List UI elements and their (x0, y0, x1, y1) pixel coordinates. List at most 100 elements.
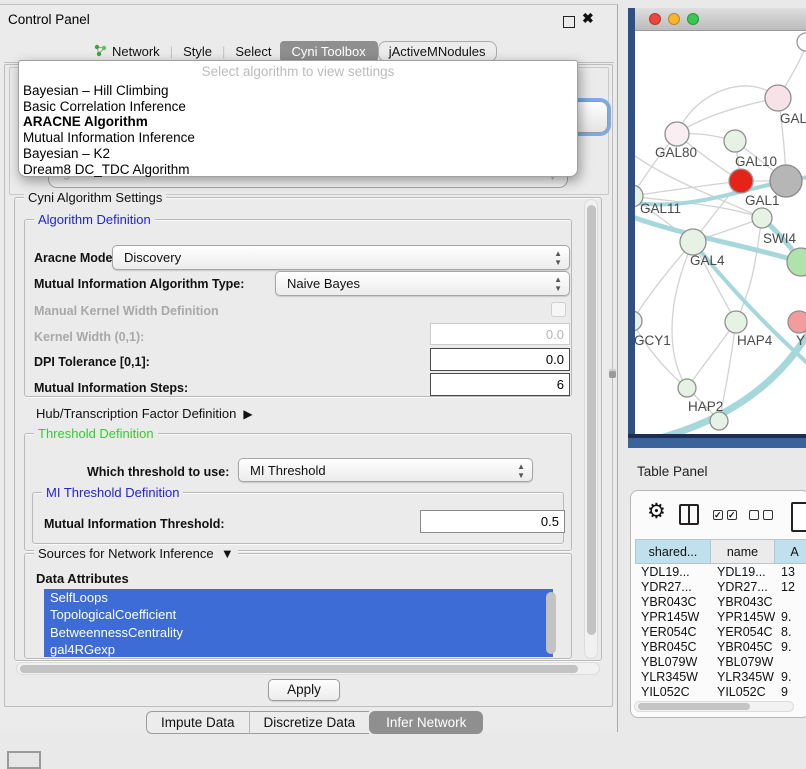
network-node[interactable] (787, 248, 806, 276)
algorithm-option[interactable]: Bayesian – Hill Climbing (19, 83, 577, 99)
network-edge[interactable] (687, 322, 736, 388)
mi-steps-field[interactable]: 6 (430, 373, 570, 396)
network-node[interactable] (710, 412, 728, 430)
panel-splitter-handle[interactable] (609, 369, 616, 378)
network-node[interactable] (725, 311, 747, 333)
algorithm-option[interactable]: Mutual Information Inference (19, 130, 577, 146)
kernel-width-field[interactable]: 0.0 (430, 323, 570, 345)
network-node[interactable] (752, 208, 772, 228)
columns-icon[interactable] (679, 504, 699, 525)
tab-discretize-data[interactable]: Discretize Data (250, 711, 370, 734)
table-cell: YPR145W (711, 610, 775, 625)
algorithm-option[interactable]: Bayesian – K2 (19, 146, 577, 162)
settings-vertical-scrollbar[interactable] (584, 199, 598, 659)
hub-definition-expander[interactable]: Hub/Transcription Factor Definition ▶ (36, 406, 253, 421)
tab-jactivemnodules[interactable]: jActiveMNodules (378, 41, 497, 62)
network-node[interactable] (765, 85, 791, 111)
settings-vscroll-thumb[interactable] (587, 205, 596, 635)
table-row[interactable]: YBR043CYBR043C (635, 595, 806, 610)
which-threshold-combobox[interactable]: MI Threshold ▲▼ (238, 458, 533, 482)
attribute-list-item[interactable]: TopologicalCoefficient (44, 606, 553, 623)
aracne-mode-combobox[interactable]: Discovery ▲▼ (112, 245, 570, 270)
tab-network-label: Network (112, 44, 160, 59)
close-icon[interactable]: ✖ (582, 10, 594, 27)
network-edge[interactable] (635, 321, 687, 388)
deselect-all-checkboxes-icon[interactable] (749, 510, 773, 520)
apply-button[interactable]: Apply (268, 679, 340, 701)
table-horizontal-scrollbar[interactable] (634, 701, 794, 712)
attribute-list-item[interactable]: gal4RGexp (44, 641, 553, 657)
dpi-tolerance-field[interactable]: 0.0 (430, 348, 570, 371)
network-node[interactable] (797, 33, 806, 51)
network-edge[interactable] (635, 242, 693, 321)
table-cell: YIL052C (635, 685, 711, 700)
network-node[interactable] (729, 169, 753, 193)
network-node[interactable] (680, 229, 706, 255)
tab-network[interactable]: Network (86, 42, 168, 62)
document-icon[interactable] (791, 502, 806, 532)
data-attributes-list[interactable]: SelfLoopsTopologicalCoefficientBetweenne… (44, 589, 558, 657)
column-header-shared[interactable]: shared... (635, 539, 711, 564)
network-node-label: GAL10 (735, 154, 777, 169)
gear-icon[interactable]: ⚙ (647, 499, 666, 524)
mi-threshold-group-title: MI Threshold Definition (42, 485, 183, 500)
table-row[interactable]: YDR27...YDR27...12 (635, 580, 806, 595)
network-window-titlebar[interactable] (635, 8, 806, 31)
column-header-name[interactable]: name (711, 539, 775, 564)
network-node-label: GAL80 (655, 145, 697, 160)
chevron-down-icon[interactable]: ▼ (217, 546, 233, 561)
table-row[interactable]: YBL079WYBL079W (635, 655, 806, 670)
tab-style[interactable]: Style (175, 42, 220, 61)
column-header-partial[interactable]: A (775, 539, 806, 564)
tab-cyni-toolbox[interactable]: Cyni Toolbox (280, 41, 378, 62)
zoom-traffic-light[interactable] (687, 13, 699, 25)
close-traffic-light[interactable] (649, 13, 661, 25)
table-toolbar: ⚙ ✓✓ (631, 491, 806, 538)
table-row[interactable]: YIL052CYIL052C9 (635, 685, 806, 700)
stepper-icon: ▲▼ (554, 275, 562, 293)
tab-divider: | (220, 44, 227, 59)
network-node[interactable] (665, 122, 689, 146)
tab-impute-data[interactable]: Impute Data (146, 711, 249, 734)
float-window-icon[interactable] (563, 16, 575, 28)
network-node-label: GCY1 (635, 333, 671, 348)
network-edge[interactable] (677, 98, 778, 134)
settings-hscroll-thumb[interactable] (20, 665, 578, 673)
mi-type-combobox[interactable]: Naive Bayes ▲▼ (275, 271, 570, 296)
table-body: YDL19...YDL19...13YDR27...YDR27...12YBR0… (635, 565, 806, 700)
network-node[interactable] (678, 379, 696, 397)
manual-kernel-checkbox[interactable] (551, 302, 566, 317)
minimize-traffic-light[interactable] (668, 13, 680, 25)
network-graph[interactable]: GALGAL80GAL10GAL1GAL11SWI4GAL4GCY1HAP4YH… (635, 30, 806, 434)
which-threshold-value: MI Threshold (250, 463, 326, 478)
table-cell: YDR27... (711, 580, 775, 595)
select-all-checkboxes-icon[interactable]: ✓✓ (713, 510, 737, 520)
table-hscroll-thumb[interactable] (638, 703, 750, 710)
table-row[interactable]: YDL19...YDL19...13 (635, 565, 806, 580)
attribute-list-item[interactable]: BetweennessCentrality (44, 624, 553, 641)
algorithm-option[interactable]: Basic Correlation Inference (19, 99, 577, 115)
settings-horizontal-scrollbar[interactable] (16, 662, 600, 675)
table-cell: YLR345W (635, 670, 711, 685)
table-header-row: shared... name A (635, 539, 806, 564)
dock-panel-icon[interactable] (7, 751, 41, 769)
network-node[interactable] (635, 311, 642, 331)
kernel-width-label: Kernel Width (0,1): (34, 330, 144, 344)
table-row[interactable]: YER054CYER054C8. (635, 625, 806, 640)
list-scrollbar-thumb[interactable] (546, 592, 556, 654)
algorithm-option[interactable]: Dream8 DC_TDC Algorithm (19, 162, 577, 178)
table-cell: YBR045C (711, 640, 775, 655)
network-node[interactable] (724, 130, 746, 152)
network-node[interactable] (788, 311, 806, 333)
tab-select[interactable]: Select (227, 42, 279, 61)
network-canvas[interactable]: GALGAL80GAL10GAL1GAL11SWI4GAL4GCY1HAP4YH… (635, 30, 806, 434)
tab-infer-network[interactable]: Infer Network (369, 711, 483, 734)
table-cell: 12 (775, 580, 806, 595)
algorithm-option[interactable]: ARACNE Algorithm (19, 114, 577, 130)
table-cell: 9 (775, 685, 806, 700)
table-row[interactable]: YPR145WYPR145W9. (635, 610, 806, 625)
table-row[interactable]: YLR345WYLR345W9. (635, 670, 806, 685)
table-row[interactable]: YBR045CYBR045C9. (635, 640, 806, 655)
mi-threshold-field[interactable]: 0.5 (420, 510, 565, 533)
attribute-list-item[interactable]: SelfLoops (44, 589, 553, 606)
